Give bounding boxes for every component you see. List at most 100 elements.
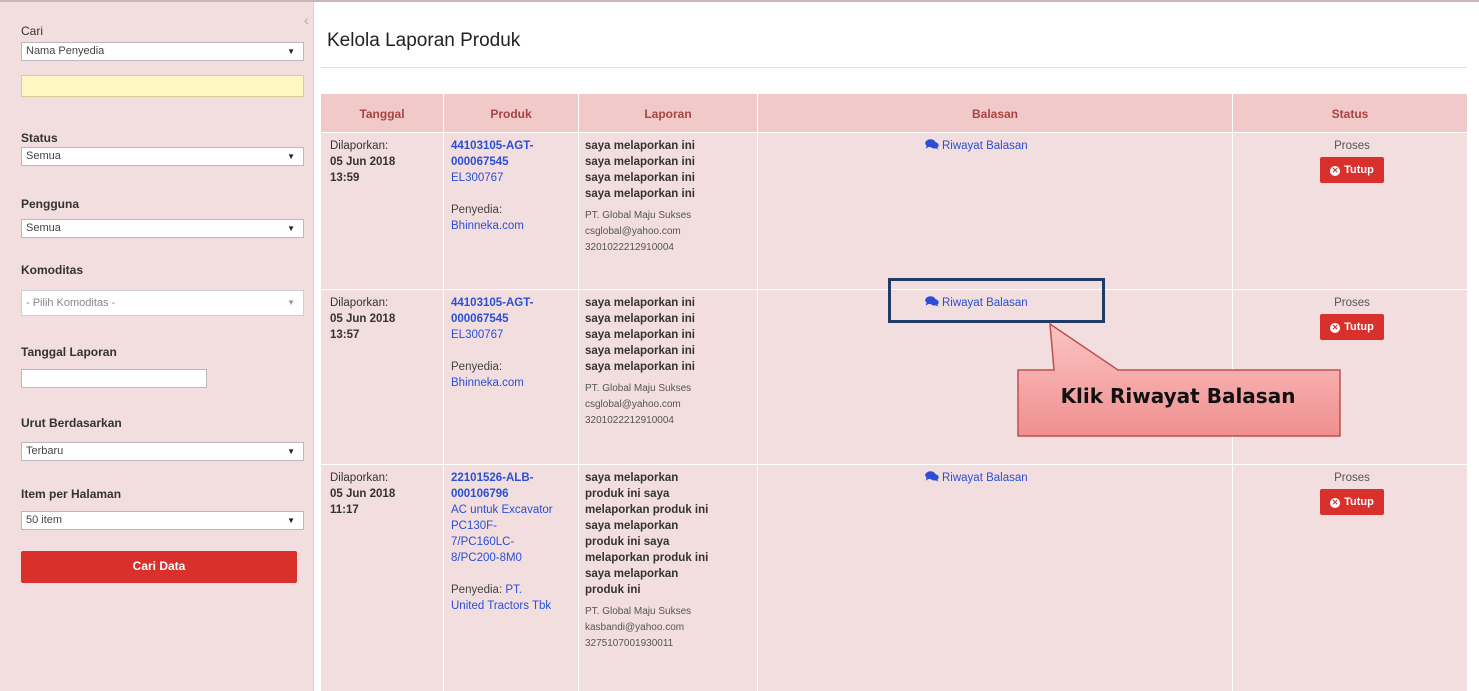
reporter-company: PT. Global Maju Sukses <box>585 606 692 617</box>
product-name-link[interactable]: EL300767 <box>451 327 581 343</box>
pengguna-select[interactable]: Semua ▼ <box>21 219 304 238</box>
tutup-button[interactable]: ✕ Tutup <box>1320 157 1384 183</box>
urut-select-value: Terbaru <box>26 445 64 457</box>
product-code-link[interactable]: 000067545 <box>451 154 581 170</box>
penyedia-link[interactable]: United Tractors Tbk <box>451 598 581 614</box>
cari-data-button[interactable]: Cari Data <box>21 551 297 583</box>
product-name-link[interactable]: PC130F- <box>451 518 581 534</box>
laporan-text: produk ini <box>585 584 641 596</box>
column-divider <box>578 94 579 691</box>
item-per-halaman-label: Item per Halaman <box>21 487 122 501</box>
riwayat-balasan-highlight <box>888 278 1105 323</box>
laporan-text: saya melaporkan ini <box>585 345 695 357</box>
close-circle-icon: ✕ <box>1330 498 1341 508</box>
product-name-link[interactable]: AC untuk Excavator <box>451 502 581 518</box>
penyedia-label: Penyedia: <box>451 204 503 216</box>
collapse-chevron-icon[interactable]: ‹ <box>304 12 314 28</box>
status-select[interactable]: Semua ▼ <box>21 147 304 166</box>
tanggal-cell: Dilaporkan: 05 Jun 2018 13:59 <box>330 138 440 186</box>
dropdown-arrow-icon: ▼ <box>287 447 295 456</box>
penyedia-label: Penyedia: <box>451 361 503 373</box>
filter-sidebar: ‹ Cari Nama Penyedia ▼ Status Semua ▼ Pe… <box>0 2 314 691</box>
status-select-value: Semua <box>26 150 61 162</box>
status-text: Proses <box>1334 140 1370 152</box>
laporan-text: produk ini saya <box>585 488 670 500</box>
header-laporan[interactable]: Laporan <box>579 94 757 132</box>
tanggal-laporan-input[interactable] <box>21 369 207 388</box>
report-date: 05 Jun 2018 <box>330 156 396 168</box>
status-text: Proses <box>1334 472 1370 484</box>
header-balasan[interactable]: Balasan <box>758 94 1232 132</box>
item-per-halaman-select[interactable]: 50 item ▼ <box>21 511 304 530</box>
callout-text: Klik Riwayat Balasan <box>1060 384 1296 408</box>
riwayat-balasan-link[interactable]: Riwayat Balasan <box>925 138 1028 154</box>
header-status[interactable]: Status <box>1233 94 1467 132</box>
product-code-link[interactable]: 44103105-AGT- <box>451 295 581 311</box>
produk-cell: 44103105-AGT- 000067545 EL300767 Penyedi… <box>451 138 581 234</box>
dropdown-arrow-icon: ▼ <box>287 47 295 56</box>
reporter-info: PT. Global Maju Sukses csglobal@yahoo.co… <box>585 381 759 429</box>
product-code-link[interactable]: 000106796 <box>451 486 581 502</box>
laporan-text: saya melaporkan ini <box>585 188 695 200</box>
tutup-button[interactable]: ✕ Tutup <box>1320 489 1384 515</box>
laporan-text: saya melaporkan <box>585 568 679 580</box>
report-date: 05 Jun 2018 <box>330 313 396 325</box>
reporter-info: PT. Global Maju Sukses csglobal@yahoo.co… <box>585 208 759 256</box>
laporan-text: produk ini saya <box>585 536 670 548</box>
dropdown-arrow-icon: ▼ <box>287 152 295 161</box>
header-tanggal[interactable]: Tanggal <box>321 94 443 132</box>
callout-bubble <box>1017 322 1341 437</box>
reporter-company: PT. Global Maju Sukses <box>585 210 692 221</box>
laporan-text: saya melaporkan <box>585 520 679 532</box>
penyedia-line: Penyedia: PT. <box>451 582 581 598</box>
header-produk[interactable]: Produk <box>444 94 578 132</box>
laporan-text: saya melaporkan ini <box>585 140 695 152</box>
reporter-email: csglobal@yahoo.com <box>585 399 681 410</box>
laporan-text: saya melaporkan <box>585 472 679 484</box>
table-header: Tanggal Produk Laporan Balasan Status <box>321 94 1467 132</box>
comments-icon <box>925 471 939 482</box>
laporan-cell: saya melaporkan ini saya melaporkan ini … <box>585 138 759 256</box>
date-label: Dilaporkan: <box>330 472 389 484</box>
table-row: Dilaporkan: 05 Jun 2018 11:17 22101526-A… <box>321 464 1467 691</box>
riwayat-balasan-link[interactable]: Riwayat Balasan <box>925 470 1028 486</box>
cari-label: Cari <box>21 24 44 38</box>
table-row: Dilaporkan: 05 Jun 2018 13:59 44103105-A… <box>321 132 1467 289</box>
search-input[interactable] <box>21 75 304 97</box>
tanggal-cell: Dilaporkan: 05 Jun 2018 13:57 <box>330 295 440 343</box>
laporan-cell: saya melaporkan ini saya melaporkan ini … <box>585 295 759 429</box>
date-label: Dilaporkan: <box>330 140 389 152</box>
report-time: 13:57 <box>330 329 360 341</box>
page-title: Kelola Laporan Produk <box>327 30 521 51</box>
urut-select[interactable]: Terbaru ▼ <box>21 442 304 461</box>
komoditas-label: Komoditas <box>21 263 84 277</box>
product-code-link[interactable]: 22101526-ALB- <box>451 470 581 486</box>
product-code-link[interactable]: 000067545 <box>451 311 581 327</box>
dropdown-arrow-icon: ▼ <box>287 298 295 307</box>
product-name-link[interactable]: 7/PC160LC- <box>451 534 581 550</box>
product-code-link[interactable]: 44103105-AGT- <box>451 138 581 154</box>
penyedia-link[interactable]: Bhinneka.com <box>451 375 581 391</box>
reporter-email: csglobal@yahoo.com <box>585 226 681 237</box>
cari-select-value: Nama Penyedia <box>26 45 105 57</box>
riwayat-balasan-label: Riwayat Balasan <box>942 140 1028 152</box>
produk-cell: 44103105-AGT- 000067545 EL300767 Penyedi… <box>451 295 581 391</box>
report-time: 11:17 <box>330 504 359 516</box>
produk-cell: 22101526-ALB- 000106796 AC untuk Excavat… <box>451 470 581 614</box>
report-date: 05 Jun 2018 <box>330 488 396 500</box>
penyedia-link[interactable]: Bhinneka.com <box>451 218 581 234</box>
penyedia-link[interactable]: PT. <box>505 584 522 596</box>
reporter-id: 3275107001930011 <box>585 638 674 649</box>
urut-label: Urut Berdasarkan <box>21 416 122 430</box>
dropdown-arrow-icon: ▼ <box>287 516 295 525</box>
reporter-company: PT. Global Maju Sukses <box>585 383 692 394</box>
product-name-link[interactable]: EL300767 <box>451 170 581 186</box>
tutup-label: Tutup <box>1344 164 1374 176</box>
reporter-id: 3201022212910004 <box>585 242 674 253</box>
column-divider <box>757 94 758 691</box>
cari-field-select[interactable]: Nama Penyedia ▼ <box>21 42 304 61</box>
komoditas-select[interactable]: - Pilih Komoditas - ▼ <box>21 290 304 316</box>
laporan-cell: saya melaporkan produk ini saya melapork… <box>585 470 759 652</box>
komoditas-select-value: - Pilih Komoditas - <box>26 297 116 309</box>
product-name-link[interactable]: 8/PC200-8M0 <box>451 550 581 566</box>
